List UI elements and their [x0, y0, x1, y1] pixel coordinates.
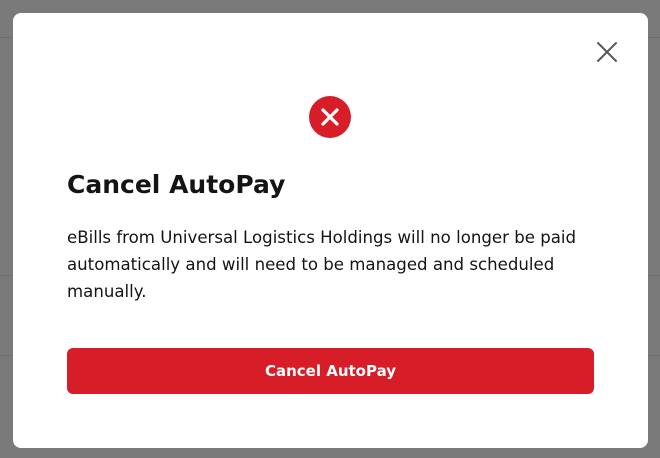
cancel-autopay-dialog: Cancel AutoPay eBills from Universal Log…: [13, 13, 648, 448]
close-icon: [597, 42, 617, 62]
dialog-message: eBills from Universal Logistics Holdings…: [67, 228, 577, 301]
dialog-title: Cancel AutoPay: [67, 170, 286, 199]
error-icon: [309, 96, 351, 138]
close-button[interactable]: [595, 40, 619, 64]
cancel-autopay-button[interactable]: Cancel AutoPay: [67, 348, 594, 394]
